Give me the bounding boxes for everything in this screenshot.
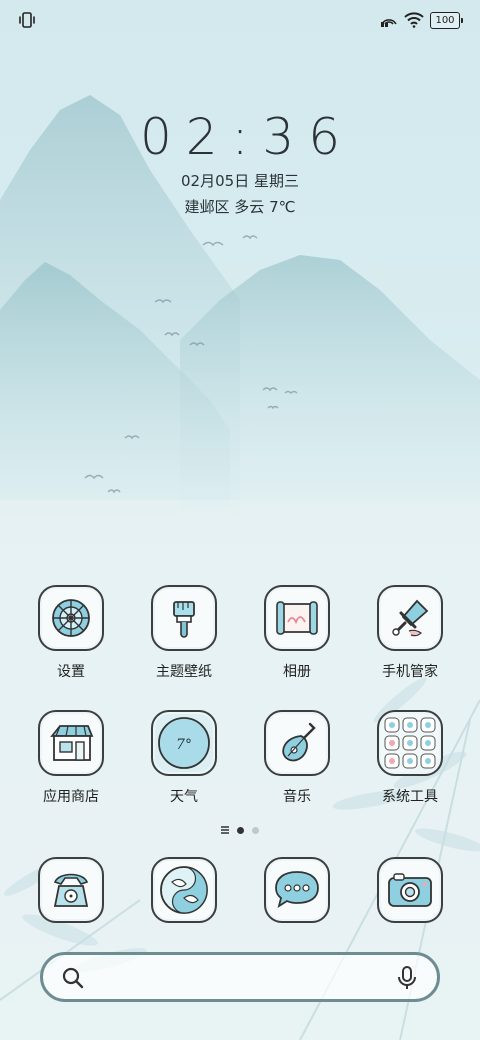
app-gallery[interactable]: 相册 xyxy=(247,585,347,681)
phone-icon[interactable] xyxy=(38,857,104,923)
pipa-music-icon[interactable] xyxy=(264,710,330,776)
lockscreen-clock[interactable]: 02:36 xyxy=(0,108,480,166)
app-label: 音乐 xyxy=(283,789,311,805)
vibrate-icon xyxy=(19,12,35,28)
app-label: 天气 xyxy=(170,789,198,805)
dock-koi-app[interactable] xyxy=(134,857,234,923)
app-settings[interactable]: 设置 xyxy=(21,585,121,681)
settings-wheel-icon[interactable] xyxy=(38,585,104,651)
dock-camera[interactable] xyxy=(360,857,460,923)
app-theme-wallpaper[interactable]: 主题壁纸 xyxy=(134,585,234,681)
app-label: 应用商店 xyxy=(43,789,99,805)
search-bar[interactable] xyxy=(40,952,440,1002)
lockscreen-date: 02月05日 星期三 xyxy=(181,172,299,190)
app-label: 手机管家 xyxy=(382,664,438,680)
page-indicator[interactable] xyxy=(0,823,480,837)
app-store[interactable]: 应用商店 xyxy=(21,710,121,806)
hd-signal-icon xyxy=(381,19,397,27)
folder-system-tools[interactable]: 系统工具 xyxy=(360,710,460,806)
page-dot-2[interactable] xyxy=(252,826,259,834)
wifi-icon xyxy=(404,12,424,28)
message-bubble-icon[interactable] xyxy=(264,857,330,923)
app-label: 系统工具 xyxy=(382,789,438,805)
app-label: 设置 xyxy=(57,664,85,680)
microphone-icon[interactable] xyxy=(395,965,419,991)
weather-circle-icon[interactable]: 7° xyxy=(151,710,217,776)
app-label: 主题壁纸 xyxy=(156,664,212,680)
weather-widget-temp: 7° xyxy=(176,737,192,753)
dock-messages[interactable] xyxy=(247,857,347,923)
lockscreen-weather[interactable]: 建邺区 多云 7℃ xyxy=(0,196,480,217)
dock-phone[interactable] xyxy=(21,857,121,923)
status-bar: 100 xyxy=(0,0,480,40)
scroll-gallery-icon[interactable] xyxy=(264,585,330,651)
app-weather[interactable]: 7° 天气 xyxy=(134,710,234,806)
page-dot-1[interactable] xyxy=(237,826,244,834)
app-music[interactable]: 音乐 xyxy=(247,710,347,806)
koi-fish-icon[interactable] xyxy=(151,857,217,923)
menu-lines-icon xyxy=(221,826,229,834)
tools-folder-icon[interactable] xyxy=(377,710,443,776)
app-label: 相册 xyxy=(283,664,311,680)
search-icon[interactable] xyxy=(61,966,85,990)
shop-house-icon[interactable] xyxy=(38,710,104,776)
sword-guard-icon[interactable] xyxy=(377,585,443,651)
app-phone-manager[interactable]: 手机管家 xyxy=(360,585,460,681)
paintbrush-icon[interactable] xyxy=(151,585,217,651)
camera-icon[interactable] xyxy=(377,857,443,923)
battery-indicator: 100 xyxy=(430,11,463,29)
